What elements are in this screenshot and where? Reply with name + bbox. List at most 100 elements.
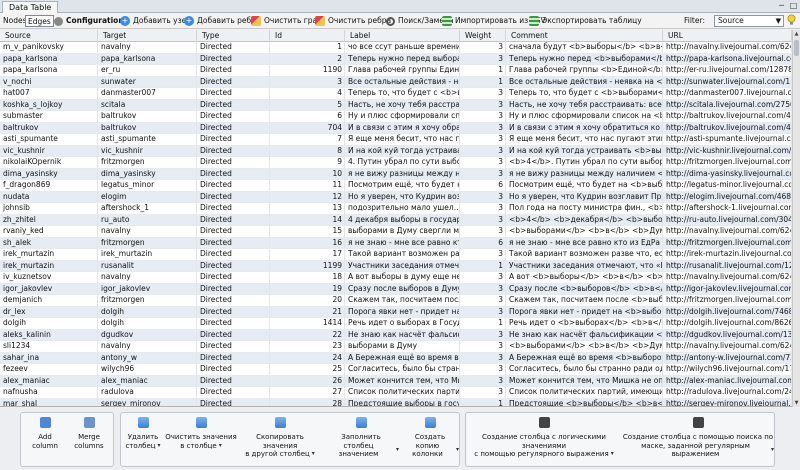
cell-weight[interactable]: 3 — [460, 226, 506, 237]
column-header-weight[interactable]: Weight — [460, 30, 506, 42]
cell-comment[interactable]: И на кой куй тогда устраивать <b>выборы<… — [506, 145, 663, 156]
cell-comment[interactable]: <b>4</b>. Путин убрал по сути выборность… — [506, 157, 663, 168]
cell-id[interactable]: 24 — [270, 352, 345, 363]
cell-label[interactable]: Участники заседания отмечают, ... — [345, 260, 460, 271]
cell-target[interactable]: navalny — [98, 341, 197, 352]
cell-label[interactable]: чо все ссут раньше времени?? — [345, 42, 460, 53]
cell-label[interactable]: подозрительно мало ушел... — [345, 203, 460, 214]
cell-label[interactable]: 4 декабря выборы в государстве... — [345, 214, 460, 225]
fill-column-button[interactable]: Заполнить столбец значением ▾ — [323, 417, 399, 459]
cell-comment[interactable]: Скажем так, посчитаем после <b>выборов</… — [506, 295, 663, 306]
cell-url[interactable]: http://legatus-minor.livejournal.com/172… — [663, 180, 792, 191]
cell-comment[interactable]: А Бережная ещё во время <b>выборов</b> .… — [506, 352, 663, 363]
cell-target[interactable]: er_ru — [98, 65, 197, 76]
cell-label[interactable]: Может кончится тем, что Мишка ... — [345, 375, 460, 386]
cell-url[interactable]: http://vic-kushnir.livejournal.com/18437… — [663, 145, 792, 156]
cell-id[interactable]: 3 — [270, 76, 345, 87]
table-row[interactable]: baltrukov baltrukov Directed 704 И в связи с… — [0, 122, 792, 134]
cell-source[interactable]: aleks_kalinin — [0, 329, 98, 340]
cell-source[interactable]: dima_yasinsky — [0, 168, 98, 179]
cell-id[interactable]: 704 — [270, 122, 345, 133]
cell-source[interactable]: demjanich — [0, 295, 98, 306]
table-row[interactable]: f_dragon869 legatus_minor Directed 11 Посмот… — [0, 180, 792, 192]
cell-id[interactable]: 12 — [270, 191, 345, 202]
cell-url[interactable]: http://sergey-mironov.livejournal.com/33… — [663, 398, 792, 406]
cell-source[interactable]: baltrukov — [0, 122, 98, 133]
cell-url[interactable]: http://dima-yasinsky.livejournal.com/610… — [663, 168, 792, 179]
cell-comment[interactable]: я не знаю - мне все равно кто из ЕдРа по… — [506, 237, 663, 248]
cell-source[interactable]: nikolaiKOpernik — [0, 157, 98, 168]
cell-target[interactable]: baltrukov — [98, 122, 197, 133]
cell-target[interactable]: radulova — [98, 387, 197, 398]
cell-source[interactable]: submaster — [0, 111, 98, 122]
cell-source[interactable]: nafnusha — [0, 387, 98, 398]
delete-column-button[interactable]: Удалить столбец ▾ — [123, 417, 163, 450]
cell-type[interactable]: Directed — [197, 157, 270, 168]
cell-url[interactable]: http://fritzmorgen.livejournal.com/43086… — [663, 295, 792, 306]
cell-comment[interactable]: Согласитесь, было бы странно ради одних … — [506, 364, 663, 375]
table-row[interactable]: alex_maniac alex_maniac Directed 26 Может ко… — [0, 375, 792, 387]
cell-url[interactable]: http://navalny.livejournal.com/624603.ht… — [663, 42, 792, 53]
cell-target[interactable]: dima_yasinsky — [98, 168, 197, 179]
cell-comment[interactable]: Глава рабочей группы <b>Единой</b> <b>..… — [506, 65, 663, 76]
cell-type[interactable]: Directed — [197, 53, 270, 64]
cell-label[interactable]: А Бережная ещё во время выборо... — [345, 352, 460, 363]
cell-weight[interactable]: 3 — [460, 168, 506, 179]
cell-id[interactable]: 2 — [270, 53, 345, 64]
cell-type[interactable]: Directed — [197, 134, 270, 145]
cell-type[interactable]: Directed — [197, 237, 270, 248]
tab-data-table[interactable]: Data Table — [2, 1, 59, 13]
cell-id[interactable]: 1190 — [270, 65, 345, 76]
cell-comment[interactable]: Порога явки нет - придет на <b>выборы</b… — [506, 306, 663, 317]
maximize-icon[interactable]: □ — [788, 1, 799, 11]
cell-comment[interactable]: Не знаю как насчёт фальсификации <b>выбо… — [506, 329, 663, 340]
cell-label[interactable]: Теперь нужно перед выборами в ... — [345, 53, 460, 64]
cell-label[interactable]: Не знаю как насчёт фальсификац... — [345, 329, 460, 340]
cell-url[interactable]: http://danmaster007.livejournal.com/6794… — [663, 88, 792, 99]
cell-type[interactable]: Directed — [197, 168, 270, 179]
cell-type[interactable]: Directed — [197, 375, 270, 386]
column-header-label[interactable]: Label — [345, 30, 460, 42]
cell-comment[interactable]: И в связи с этим я хочу обратиться ко вс… — [506, 122, 663, 133]
cell-target[interactable]: asti_spumante — [98, 134, 197, 145]
export-table-button[interactable]: Экспортировать таблицу — [527, 14, 644, 28]
cell-weight[interactable]: 1 — [460, 65, 506, 76]
minimize-icon[interactable]: ─ — [776, 1, 787, 11]
cell-id[interactable]: 7 — [270, 134, 345, 145]
cell-source[interactable]: igor_jakovlev — [0, 283, 98, 294]
cell-source[interactable]: mar_shal — [0, 398, 98, 406]
filter-column-select[interactable]: Source ▼ — [714, 15, 784, 27]
cell-label[interactable]: Насть, не хочу тебя расстраиват... — [345, 99, 460, 110]
cell-url[interactable]: http://wilych96.livejournal.com/171330.h… — [663, 364, 792, 375]
cell-id[interactable]: 8 — [270, 145, 345, 156]
cell-type[interactable]: Directed — [197, 76, 270, 87]
cell-comment[interactable]: Такой вариант возможен разве что, если Е… — [506, 249, 663, 260]
column-header-target[interactable]: Target — [98, 30, 197, 42]
cell-source[interactable]: f_dragon869 — [0, 180, 98, 191]
cell-type[interactable]: Directed — [197, 226, 270, 237]
merge-columns-button[interactable]: Merge columns — [69, 417, 109, 450]
cell-id[interactable]: 27 — [270, 387, 345, 398]
cell-id[interactable]: 1199 — [270, 260, 345, 271]
cell-source[interactable]: vic_kushnir — [0, 145, 98, 156]
cell-source[interactable]: sh_alek — [0, 237, 98, 248]
cell-type[interactable]: Directed — [197, 260, 270, 271]
table-row[interactable]: demjanich fritzmorgen Directed 20 Скажем так… — [0, 295, 792, 307]
cell-id[interactable]: 23 — [270, 341, 345, 352]
cell-source[interactable]: asti_spumante — [0, 134, 98, 145]
cell-comment[interactable]: Сразу после <b>выборов</b> <b>в</b> <b>.… — [506, 283, 663, 294]
cell-url[interactable]: http://radulova.livejournal.com/2410977.… — [663, 387, 792, 398]
cell-weight[interactable]: 3 — [460, 145, 506, 156]
cell-id[interactable]: 5 — [270, 99, 345, 110]
cell-url[interactable]: http://igor-jakovlev.livejournal.com/853… — [663, 283, 792, 294]
table-row[interactable]: rvaniy_ked navalny Directed 15 выборами в Ду… — [0, 226, 792, 238]
table-row[interactable]: vic_kushnir vic_kushnir Directed 8 И на кой … — [0, 145, 792, 157]
cell-comment[interactable]: Ну и плюс сформировали список на <b>вы..… — [506, 111, 663, 122]
cell-id[interactable]: 15 — [270, 226, 345, 237]
cell-type[interactable]: Directed — [197, 364, 270, 375]
cell-type[interactable]: Directed — [197, 122, 270, 133]
cell-comment[interactable]: <b>4</b> <b>декабря</b> <b>выборы</b>... — [506, 214, 663, 225]
cell-source[interactable]: hat007 — [0, 88, 98, 99]
cell-weight[interactable]: 3 — [460, 157, 506, 168]
cell-weight[interactable]: 3 — [460, 111, 506, 122]
